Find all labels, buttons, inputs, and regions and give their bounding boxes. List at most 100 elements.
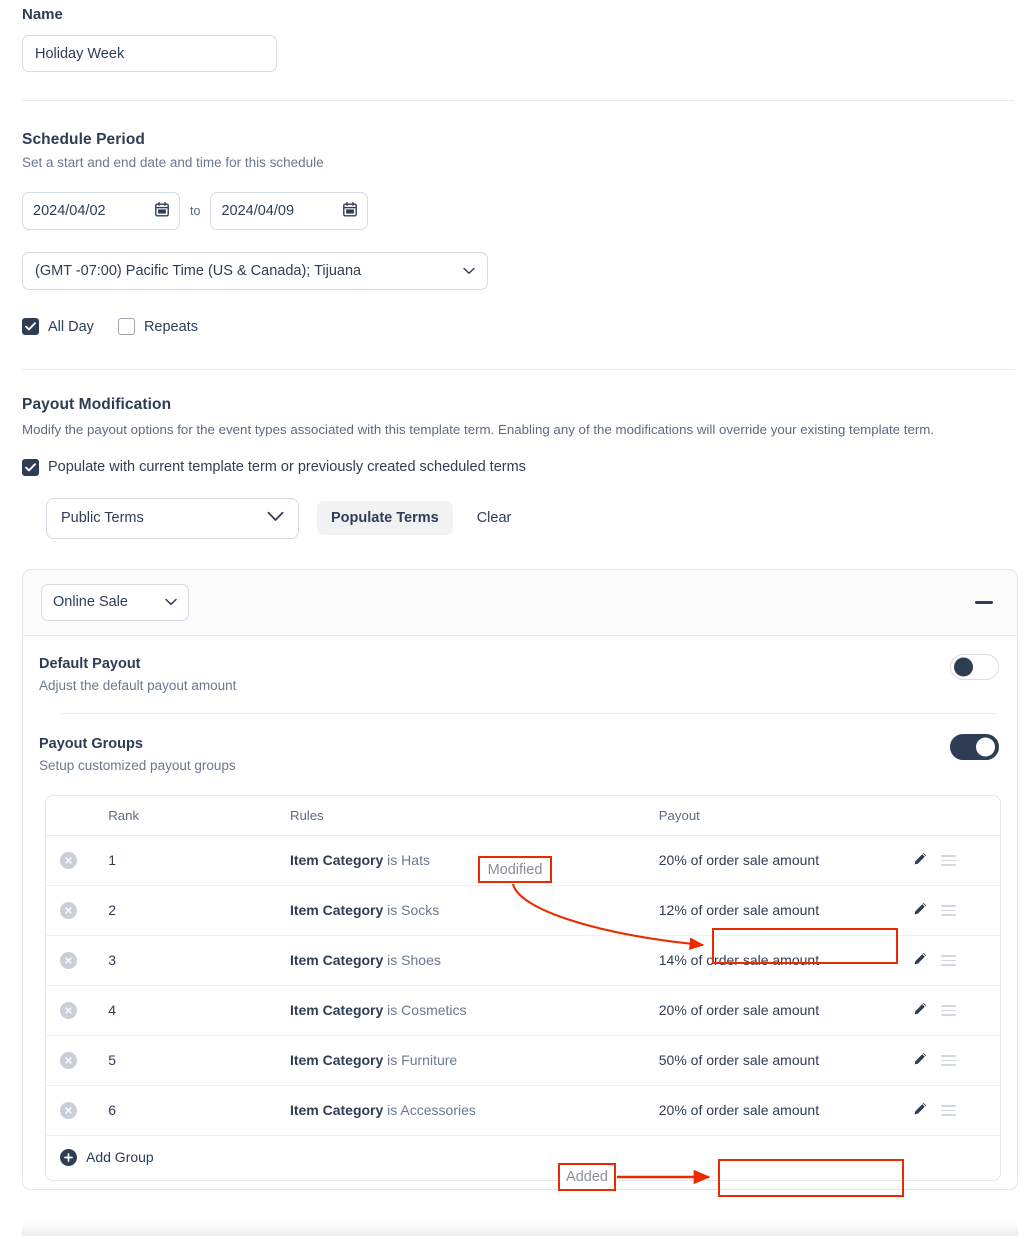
row-rule-key: Item Category <box>289 952 384 969</box>
column-header-actions <box>912 795 1000 836</box>
table-row: 4 Item Category is Cosmetics 20% of order … <box>46 985 1000 1036</box>
remove-row-icon[interactable] <box>60 902 77 920</box>
table-row: 2 Item Category is Socks 12% of order sale… <box>46 885 1000 936</box>
name-label: Name <box>22 6 63 23</box>
collapse-card-button[interactable] <box>969 589 999 615</box>
drag-handle-icon[interactable] <box>941 1004 957 1016</box>
edit-row-icon[interactable] <box>912 1051 928 1070</box>
schedule-period-title: Schedule Period <box>22 131 145 148</box>
terms-select-value: Public Terms <box>61 510 144 527</box>
populate-controls-row: Public Terms Populate Terms Clear <box>22 497 1014 539</box>
row-rank: 6 <box>108 1085 290 1136</box>
populate-checkbox[interactable] <box>22 458 39 476</box>
repeats-checkbox[interactable] <box>117 318 135 335</box>
row-rank: 5 <box>108 1035 290 1086</box>
row-payout: 50% of order sale amount <box>658 1035 913 1086</box>
minus-icon <box>975 601 993 604</box>
row-rule-rest: is Cosmetics <box>383 1002 467 1019</box>
row-rule-key: Item Category <box>289 1002 384 1019</box>
row-delete-cell <box>46 985 109 1036</box>
payout-modification-description: Modify the payout options for the event … <box>22 422 935 437</box>
payout-groups-title: Payout Groups <box>39 735 143 752</box>
all-day-checkbox[interactable] <box>22 318 39 335</box>
toggle-knob <box>976 737 995 757</box>
row-rules: Item Category is Hats <box>289 835 659 886</box>
default-payout-section: Default Payout Adjust the default payout… <box>23 636 1017 714</box>
drag-handle-icon[interactable] <box>941 904 957 916</box>
table-row: 3 Item Category is Shoes 14% of order sale… <box>46 935 1000 986</box>
edit-row-icon[interactable] <box>912 901 928 920</box>
edit-row-icon[interactable] <box>912 1001 928 1020</box>
plus-icon <box>60 1148 77 1166</box>
start-date-input[interactable]: 2024/04/02 <box>22 192 180 230</box>
row-rules: Item Category is Cosmetics <box>289 985 659 1036</box>
row-rule-key: Item Category <box>289 902 384 919</box>
calendar-icon <box>155 201 169 221</box>
chevron-down-icon <box>165 594 177 610</box>
payout-groups-toggle[interactable] <box>950 733 999 760</box>
drag-handle-icon[interactable] <box>941 1054 957 1066</box>
row-payout: 14% of order sale amount <box>658 935 913 986</box>
row-delete-cell <box>46 1035 109 1086</box>
payout-modification-title: Payout Modification <box>22 396 172 413</box>
payout-groups-section: Payout Groups Setup customized payout gr… <box>23 714 1017 773</box>
terms-select[interactable]: Public Terms <box>46 497 299 539</box>
row-actions <box>912 1035 1000 1086</box>
row-payout: 20% of order sale amount <box>658 1085 913 1136</box>
remove-row-icon[interactable] <box>60 1102 77 1120</box>
edit-row-icon[interactable] <box>912 1101 928 1120</box>
chevron-down-icon <box>463 263 475 279</box>
add-group-label: Add Group <box>86 1149 154 1166</box>
card-header: Online Sale <box>23 569 1017 636</box>
remove-row-icon[interactable] <box>60 952 77 970</box>
toggle-knob <box>954 657 973 677</box>
row-actions <box>912 885 1000 936</box>
row-rule-rest: is Socks <box>383 902 440 919</box>
clear-button[interactable]: Clear <box>467 501 522 535</box>
row-rule-key: Item Category <box>289 852 384 869</box>
column-header-payout: Payout <box>658 795 913 836</box>
date-range-to-label: to <box>190 204 201 218</box>
remove-row-icon[interactable] <box>60 1052 77 1070</box>
edit-row-icon[interactable] <box>912 851 928 870</box>
row-actions <box>912 1085 1000 1136</box>
default-payout-toggle[interactable] <box>950 653 999 680</box>
table-header-row: Rank Rules Payout <box>46 795 1000 836</box>
name-section: Name <box>0 0 1036 72</box>
remove-row-icon[interactable] <box>60 852 77 870</box>
drag-handle-icon[interactable] <box>941 954 957 966</box>
column-header-delete <box>46 795 109 836</box>
edit-row-icon[interactable] <box>912 951 928 970</box>
schedule-editor-page: Name Schedule Period Set a start and end… <box>0 0 1036 1236</box>
calendar-icon <box>343 201 358 221</box>
row-rules: Item Category is Accessories <box>289 1085 659 1136</box>
row-rule-key: Item Category <box>289 1052 384 1069</box>
name-input[interactable] <box>22 35 277 72</box>
row-rank: 1 <box>108 835 290 886</box>
table-row: 5 Item Category is Furniture 50% of order … <box>46 1035 1000 1086</box>
row-rule-key: Item Category <box>289 1102 384 1119</box>
timezone-select[interactable]: (GMT -07:00) Pacific Time (US & Canada);… <box>22 252 488 290</box>
row-payout: 20% of order sale amount <box>658 835 913 886</box>
payout-groups-table: Rank Rules Payout 1 Item Category is Hats… <box>46 795 1000 1136</box>
payout-groups-table-wrap: Rank Rules Payout 1 Item Category is Hats… <box>45 794 1001 1181</box>
all-day-label: All Day <box>48 318 94 335</box>
row-rule-rest: is Furniture <box>383 1052 458 1069</box>
end-date-input[interactable]: 2024/04/09 <box>210 192 369 230</box>
schedule-period-subtitle: Set a start and end date and time for th… <box>22 155 324 170</box>
drag-handle-icon[interactable] <box>941 1104 957 1116</box>
payout-groups-subtitle: Setup customized payout groups <box>39 757 236 773</box>
row-rules: Item Category is Furniture <box>289 1035 659 1086</box>
end-date-value: 2024/04/09 <box>221 203 295 219</box>
row-rule-rest: is Hats <box>383 852 430 869</box>
populate-terms-button[interactable]: Populate Terms <box>317 501 453 536</box>
schedule-period-section: Schedule Period Set a start and end date… <box>0 101 1036 369</box>
event-type-card: Online Sale Default Payout Adjust the de… <box>22 568 1018 1190</box>
add-group-button[interactable]: Add Group <box>46 1135 1000 1180</box>
row-rules: Item Category is Shoes <box>289 935 659 986</box>
row-rule-rest: is Shoes <box>383 952 441 969</box>
remove-row-icon[interactable] <box>60 1002 77 1020</box>
drag-handle-icon[interactable] <box>941 854 957 866</box>
event-type-select[interactable]: Online Sale <box>41 583 189 621</box>
row-delete-cell <box>46 1085 109 1136</box>
